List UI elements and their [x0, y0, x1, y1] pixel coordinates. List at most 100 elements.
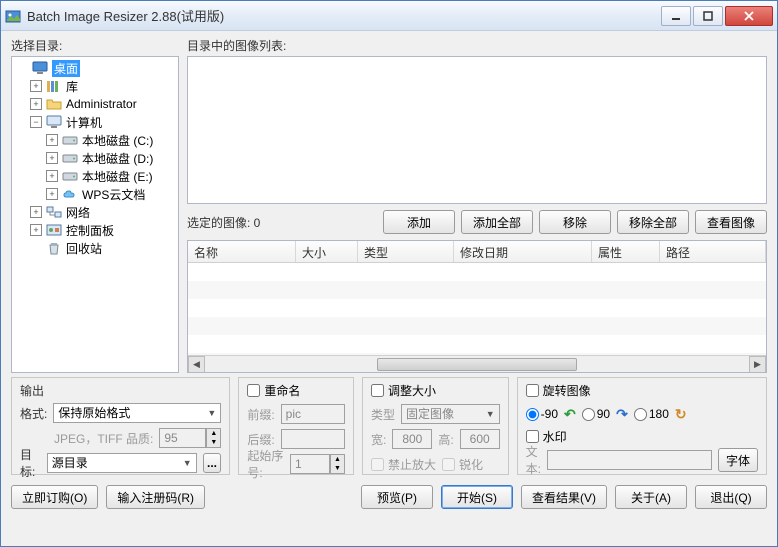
- tree-label: 计算机: [66, 114, 102, 131]
- tree-node-library[interactable]: + 库: [12, 77, 178, 95]
- maximize-button[interactable]: [693, 6, 723, 26]
- col-size[interactable]: 大小: [296, 241, 358, 262]
- height-input: [460, 429, 500, 449]
- about-button[interactable]: 关于(A): [615, 485, 687, 509]
- col-name[interactable]: 名称: [188, 241, 296, 262]
- expand-icon[interactable]: +: [30, 98, 42, 110]
- image-list-box[interactable]: [187, 56, 767, 204]
- width-input: [392, 429, 432, 449]
- col-attr[interactable]: 属性: [592, 241, 660, 262]
- exit-button[interactable]: 退出(Q): [695, 485, 767, 509]
- tree-node-control[interactable]: + 控制面板: [12, 221, 178, 239]
- rotate-group: 旋转图像 -90 ↶ 90 ↷ 180 ↻ 水印 文本: 字体: [517, 377, 767, 475]
- col-path[interactable]: 路径: [660, 241, 766, 262]
- jpeg-quality-spinner: ▲▼: [206, 428, 221, 448]
- add-all-button[interactable]: 添加全部: [461, 210, 533, 234]
- resize-group: 调整大小 类型 固定图像▼ 宽: 高: 禁止放大 锐化: [362, 377, 509, 475]
- tree-node-desktop[interactable]: 桌面: [12, 59, 178, 77]
- tree-label: 本地磁盘 (C:): [82, 132, 153, 149]
- image-panel: 目录中的图像列表: 选定的图像: 0 添加 添加全部 移除 移除全部 查看图像 …: [187, 37, 767, 373]
- tree-label: 本地磁盘 (E:): [82, 168, 153, 185]
- close-button[interactable]: [725, 6, 773, 26]
- drive-icon: [62, 132, 78, 148]
- expand-icon[interactable]: +: [46, 134, 58, 146]
- tree-node-network[interactable]: + 网络: [12, 203, 178, 221]
- selected-toolbar: 选定的图像: 0 添加 添加全部 移除 移除全部 查看图像: [187, 210, 767, 234]
- collapse-icon[interactable]: −: [30, 116, 42, 128]
- options-panel: 输出 格式: 保持原始格式▼ JPEG，TIFF 品质: ▲▼ 目标: 源目录▼: [11, 377, 767, 475]
- output-title: 输出: [20, 382, 221, 399]
- rotate-90-radio[interactable]: 90: [582, 407, 610, 421]
- tree-node-recycle[interactable]: 回收站: [12, 239, 178, 257]
- format-label: 格式:: [20, 405, 47, 422]
- network-icon: [46, 204, 62, 220]
- folder-tree[interactable]: 桌面 + 库 + Administrator −: [11, 56, 179, 373]
- rotate-n90-radio[interactable]: -90: [526, 407, 558, 421]
- horizontal-scrollbar[interactable]: ◀ ▶: [188, 355, 766, 372]
- chevron-down-icon: ▼: [207, 408, 216, 418]
- scroll-left-icon[interactable]: ◀: [188, 356, 205, 373]
- selected-count: 选定的图像: 0: [187, 214, 377, 231]
- folder-label: 选择目录:: [11, 37, 179, 54]
- tree-node-drive-d[interactable]: + 本地磁盘 (D:): [12, 149, 178, 167]
- suffix-input: [281, 429, 345, 449]
- table-body[interactable]: [188, 263, 766, 355]
- font-button[interactable]: 字体: [718, 448, 758, 472]
- chevron-down-icon: ▼: [183, 458, 192, 468]
- start-button[interactable]: 开始(S): [441, 485, 513, 509]
- tree-label: 本地磁盘 (D:): [82, 150, 153, 167]
- tree-node-computer[interactable]: − 计算机: [12, 113, 178, 131]
- jpeg-quality-label: JPEG，TIFF 品质:: [54, 430, 153, 447]
- preview-button[interactable]: 预览(P): [361, 485, 433, 509]
- expand-icon[interactable]: +: [30, 224, 42, 236]
- tree-node-drive-e[interactable]: + 本地磁盘 (E:): [12, 167, 178, 185]
- sharpen-checkbox: 锐化: [442, 456, 483, 473]
- view-image-button[interactable]: 查看图像: [695, 210, 767, 234]
- selected-table[interactable]: 名称 大小 类型 修改日期 属性 路径 ◀ ▶: [187, 240, 767, 373]
- target-label: 目标:: [20, 446, 41, 480]
- remove-button[interactable]: 移除: [539, 210, 611, 234]
- col-type[interactable]: 类型: [358, 241, 454, 262]
- expand-icon[interactable]: +: [46, 188, 58, 200]
- rename-checkbox[interactable]: 重命名: [247, 382, 300, 399]
- drive-icon: [62, 150, 78, 166]
- tree-label: 控制面板: [66, 222, 114, 239]
- image-list-label: 目录中的图像列表:: [187, 37, 767, 54]
- scroll-right-icon[interactable]: ▶: [749, 356, 766, 373]
- tree-label: Administrator: [66, 97, 137, 111]
- window-title: Batch Image Resizer 2.88(试用版): [27, 6, 661, 25]
- resize-type-select: 固定图像▼: [401, 404, 500, 424]
- scroll-thumb[interactable]: [377, 358, 577, 371]
- view-result-button[interactable]: 查看结果(V): [521, 485, 607, 509]
- tree-node-admin[interactable]: + Administrator: [12, 95, 178, 113]
- tree-node-wps[interactable]: + WPS云文档: [12, 185, 178, 203]
- remove-all-button[interactable]: 移除全部: [617, 210, 689, 234]
- drive-icon: [62, 168, 78, 184]
- rotate-180-radio[interactable]: 180: [634, 407, 669, 421]
- col-modified[interactable]: 修改日期: [454, 241, 592, 262]
- prefix-label: 前缀:: [247, 406, 274, 423]
- rotate-cw-icon: ↷: [616, 406, 628, 423]
- rotate-checkbox[interactable]: 旋转图像: [526, 382, 591, 399]
- width-label: 宽:: [371, 431, 386, 448]
- resize-checkbox[interactable]: 调整大小: [371, 382, 436, 399]
- expand-icon[interactable]: +: [30, 80, 42, 92]
- tree-label: 桌面: [52, 60, 80, 77]
- minimize-button[interactable]: [661, 6, 691, 26]
- order-button[interactable]: 立即订购(O): [11, 485, 98, 509]
- expand-icon[interactable]: +: [46, 170, 58, 182]
- app-icon: [5, 8, 21, 24]
- control-panel-icon: [46, 222, 62, 238]
- tree-node-drive-c[interactable]: + 本地磁盘 (C:): [12, 131, 178, 149]
- register-button[interactable]: 输入注册码(R): [106, 485, 205, 509]
- expand-icon[interactable]: +: [30, 206, 42, 218]
- browse-button[interactable]: ...: [203, 453, 222, 473]
- content-area: 选择目录: 桌面 + 库 + Administr: [1, 31, 777, 546]
- format-select[interactable]: 保持原始格式▼: [53, 403, 221, 423]
- add-button[interactable]: 添加: [383, 210, 455, 234]
- computer-icon: [46, 114, 62, 130]
- tree-label: 库: [66, 78, 78, 95]
- target-select[interactable]: 源目录▼: [47, 453, 197, 473]
- expand-icon[interactable]: +: [46, 152, 58, 164]
- app-window: Batch Image Resizer 2.88(试用版) 选择目录: 桌面: [0, 0, 778, 547]
